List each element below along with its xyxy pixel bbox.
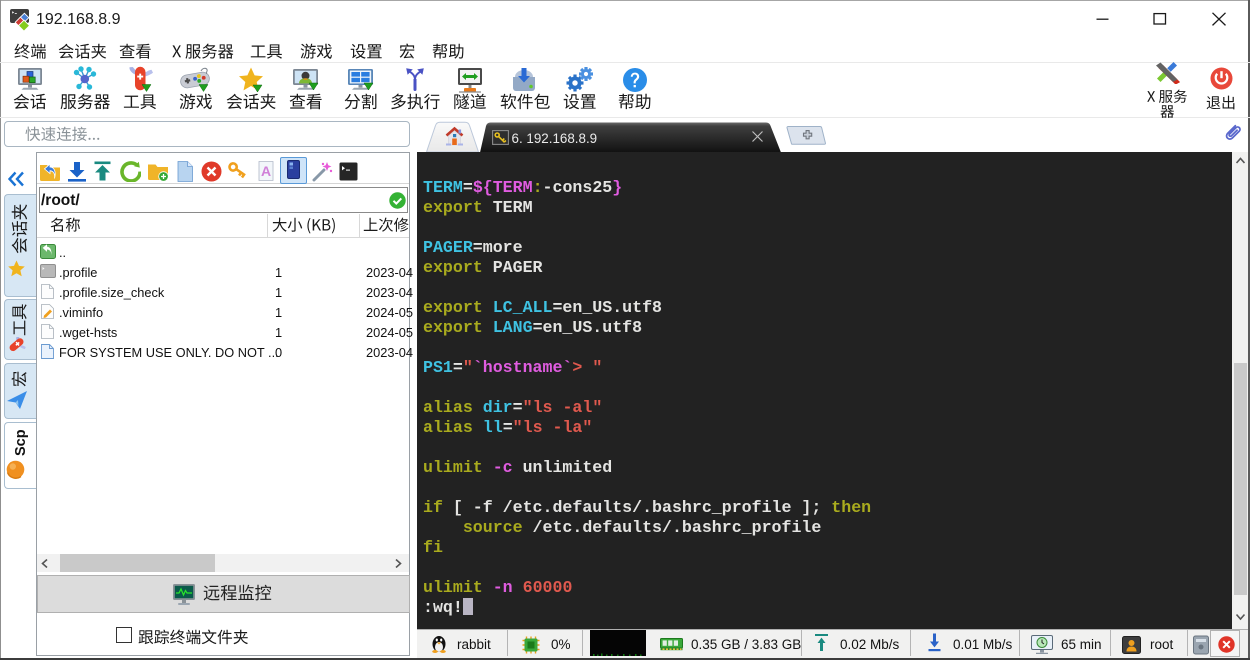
svg-text:A: A [260,163,270,179]
